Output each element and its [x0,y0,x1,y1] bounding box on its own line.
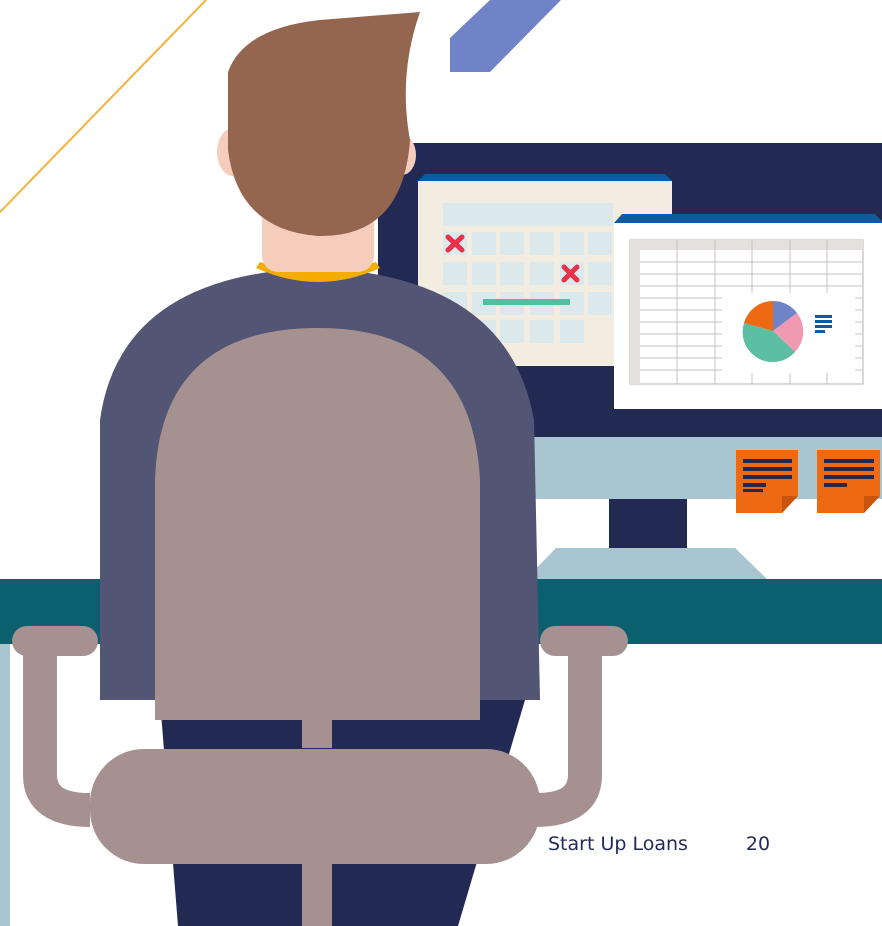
chair-post [302,718,332,748]
calendar-header-bar [443,203,613,226]
diagonal-accent-line [0,0,207,213]
pie-chart-icon [742,300,804,363]
desk-side-panel [0,644,10,926]
footer-brand: Start Up Loans [548,833,688,855]
chair-arm-right [534,642,602,827]
monitor-stand [525,548,768,580]
chair-backrest [155,328,480,720]
page-number: 20 [745,833,771,855]
hair [228,12,420,237]
chair-arm-left [23,642,91,827]
chair-stem [302,860,332,926]
office-illustration [0,0,882,926]
page-footer: Start Up Loans 20 [548,829,770,859]
sticky-note [736,450,798,513]
spreadsheet-window [614,214,882,409]
chair-seat [90,749,540,864]
blue-accent-shape [450,0,561,72]
calendar-event-bar [483,299,570,305]
sticky-note [817,450,880,513]
